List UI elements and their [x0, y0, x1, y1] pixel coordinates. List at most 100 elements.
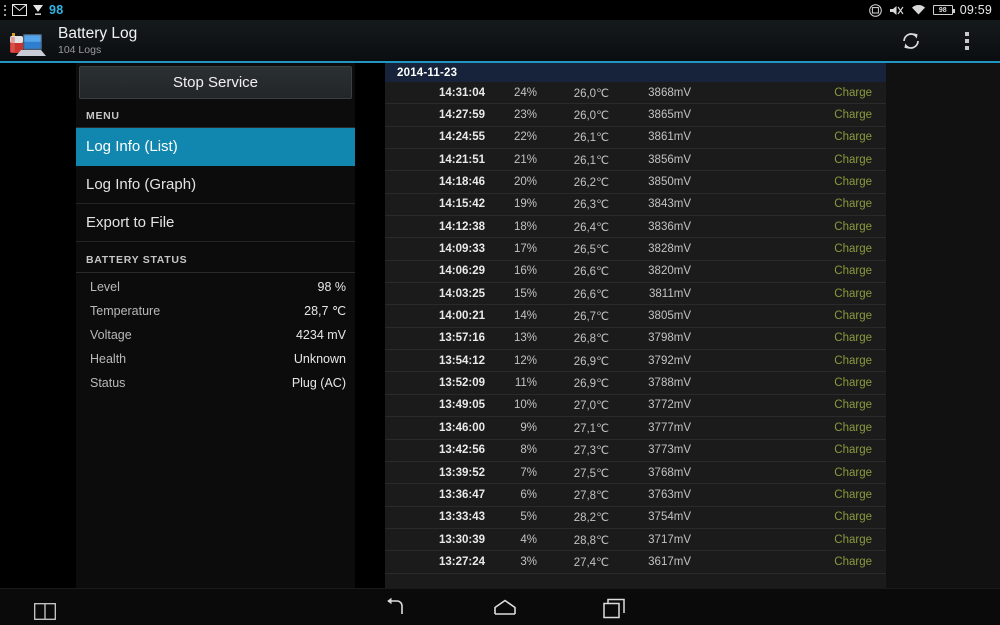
sidebar: Stop Service MENU Log Info (List) Log In… — [76, 63, 355, 588]
log-row[interactable]: 14:00:21 14% 26,7℃ 3805mV Charge — [385, 305, 886, 328]
log-row[interactable]: 14:31:04 24% 26,0℃ 3868mV Charge — [385, 82, 886, 105]
refresh-button[interactable] — [894, 24, 928, 58]
log-row[interactable]: 13:54:12 12% 26,9℃ 3792mV Charge — [385, 350, 886, 373]
log-time: 13:54:12 — [438, 354, 485, 367]
log-temp: 26,7℃ — [573, 311, 609, 324]
overflow-menu-button[interactable] — [950, 24, 984, 58]
log-state: Charge — [834, 310, 872, 323]
sidebar-item-export-to-file[interactable]: Export to File — [76, 204, 355, 242]
log-row[interactable]: 14:21:51 21% 26,1℃ 3856mV Charge — [385, 149, 886, 172]
log-time: 14:00:21 — [438, 310, 485, 323]
log-row[interactable]: 14:06:29 16% 26,6℃ 3820mV Charge — [385, 261, 886, 284]
battery-status-icon: 98 — [932, 5, 955, 15]
split-screen-button[interactable] — [20, 597, 70, 625]
log-temp: 26,6℃ — [573, 288, 609, 301]
overflow-dots-icon — [4, 4, 7, 16]
log-percent: 15% — [513, 287, 537, 300]
log-row[interactable]: 13:49:05 10% 27,0℃ 3772mV Charge — [385, 395, 886, 418]
log-percent: 3% — [520, 555, 537, 568]
sidebar-item-label: Log Info (Graph) — [86, 176, 197, 193]
log-percent: 9% — [520, 421, 537, 434]
log-row[interactable]: 13:52:09 11% 26,9℃ 3788mV Charge — [385, 372, 886, 395]
status-bar-notifications[interactable]: 98 — [0, 3, 64, 17]
log-count-subtitle: 104 Logs — [58, 43, 102, 56]
log-list-panel[interactable]: 2014-11-23 14:31:04 24% 26,0℃ 3868mV Charge 1… — [385, 63, 1000, 588]
battery-status-row-temperature: Temperature 28,7 ℃ — [76, 300, 355, 321]
log-temp: 26,4℃ — [573, 221, 609, 234]
log-row[interactable]: 13:42:56 8% 27,3℃ 3773mV Charge — [385, 440, 886, 462]
sidebar-item-log-info-graph[interactable]: Log Info (Graph) — [76, 166, 355, 204]
log-voltage: 3792mV — [648, 354, 691, 367]
system-navigation-bar — [0, 588, 1000, 625]
log-state: Charge — [834, 131, 872, 144]
log-row[interactable]: 13:46:00 9% 27,1℃ 3777mV Charge — [385, 417, 886, 440]
log-row[interactable]: 14:09:33 17% 26,5℃ 3828mV Charge — [385, 238, 886, 261]
log-state: Charge — [834, 488, 872, 501]
battery-level-text: 98 — [938, 6, 947, 14]
log-state: Charge — [834, 466, 872, 479]
log-temp: 26,6℃ — [573, 266, 609, 279]
back-button[interactable] — [370, 594, 420, 622]
log-time: 13:49:05 — [438, 399, 485, 412]
log-percent: 5% — [520, 511, 537, 524]
wifi-icon — [911, 4, 925, 15]
sidebar-item-log-info-list[interactable]: Log Info (List) — [76, 128, 355, 166]
log-voltage: 3828mV — [648, 243, 691, 256]
log-temp: 26,3℃ — [573, 199, 609, 212]
battery-status-row-voltage: Voltage 4234 mV — [76, 324, 355, 345]
status-label: Voltage — [90, 327, 132, 342]
log-row[interactable]: 14:27:59 23% 26,0℃ 3865mV Charge — [385, 104, 886, 127]
log-state: Charge — [834, 444, 872, 457]
log-row[interactable]: 13:57:16 13% 26,8℃ 3798mV Charge — [385, 328, 886, 351]
log-row[interactable]: 14:12:38 18% 26,4℃ 3836mV Charge — [385, 216, 886, 239]
log-row[interactable]: 14:24:55 22% 26,1℃ 3861mV Charge — [385, 127, 886, 150]
recent-apps-button[interactable] — [590, 594, 640, 622]
status-label: Health — [90, 351, 127, 366]
split-screen-icon — [34, 602, 56, 620]
log-state: Charge — [834, 153, 872, 166]
log-voltage: 3777mV — [648, 421, 691, 434]
log-time: 13:30:39 — [438, 533, 485, 546]
log-time: 13:46:00 — [438, 421, 485, 434]
log-row[interactable]: 14:18:46 20% 26,2℃ 3850mV Charge — [385, 171, 886, 194]
android-screen: 98 98 09:59 Battery Log 104 Logs Stop Se… — [0, 0, 1000, 625]
log-time: 14:21:51 — [438, 153, 485, 166]
log-row[interactable]: 13:39:52 7% 27,5℃ 3768mV Charge — [385, 462, 886, 485]
log-temp: 26,1℃ — [573, 154, 609, 167]
log-time: 14:09:33 — [438, 243, 485, 256]
stop-service-button[interactable]: Stop Service — [79, 66, 352, 99]
log-temp: 26,2℃ — [573, 177, 609, 190]
log-temp: 27,0℃ — [573, 400, 609, 413]
log-voltage: 3843mV — [648, 198, 691, 211]
log-row[interactable]: 14:15:42 19% 26,3℃ 3843mV Charge — [385, 194, 886, 217]
log-time: 13:36:47 — [438, 488, 485, 501]
log-temp: 27,8℃ — [573, 489, 609, 502]
log-percent: 4% — [520, 533, 537, 546]
log-percent: 7% — [520, 466, 537, 479]
log-row[interactable]: 14:03:25 15% 26,6℃ 3811mV Charge — [385, 283, 886, 306]
volume-muted-icon — [889, 5, 904, 15]
status-value: 98 % — [317, 279, 347, 294]
download-arrow-icon — [33, 5, 43, 15]
battery-status-row-status: Status Plug (AC) — [76, 372, 355, 393]
log-row[interactable]: 13:33:43 5% 28,2℃ 3754mV Charge — [385, 507, 886, 529]
log-row[interactable]: 13:36:47 6% 27,8℃ 3763mV Charge — [385, 484, 886, 507]
log-percent: 22% — [513, 131, 537, 144]
log-temp: 26,0℃ — [573, 87, 609, 100]
log-row[interactable]: 13:30:39 4% 28,8℃ 3717mV Charge — [385, 529, 886, 552]
page-title: Battery Log — [58, 25, 138, 43]
log-temp: 26,9℃ — [573, 355, 609, 368]
sidebar-item-label: Log Info (List) — [86, 138, 178, 155]
battery-laptop-icon — [8, 23, 50, 59]
status-bar-system[interactable]: 98 09:59 — [868, 3, 1000, 17]
log-voltage: 3850mV — [648, 176, 691, 189]
log-state: Charge — [834, 354, 872, 367]
log-temp: 26,1℃ — [573, 132, 609, 145]
log-state: Charge — [834, 109, 872, 122]
home-button[interactable] — [480, 594, 530, 622]
nav-center-buttons — [370, 594, 640, 622]
log-temp: 26,8℃ — [573, 333, 609, 346]
log-row[interactable]: 13:27:24 3% 27,4℃ 3617mV Charge — [385, 551, 886, 574]
log-time: 14:12:38 — [438, 220, 485, 233]
status-label: Temperature — [90, 303, 161, 318]
